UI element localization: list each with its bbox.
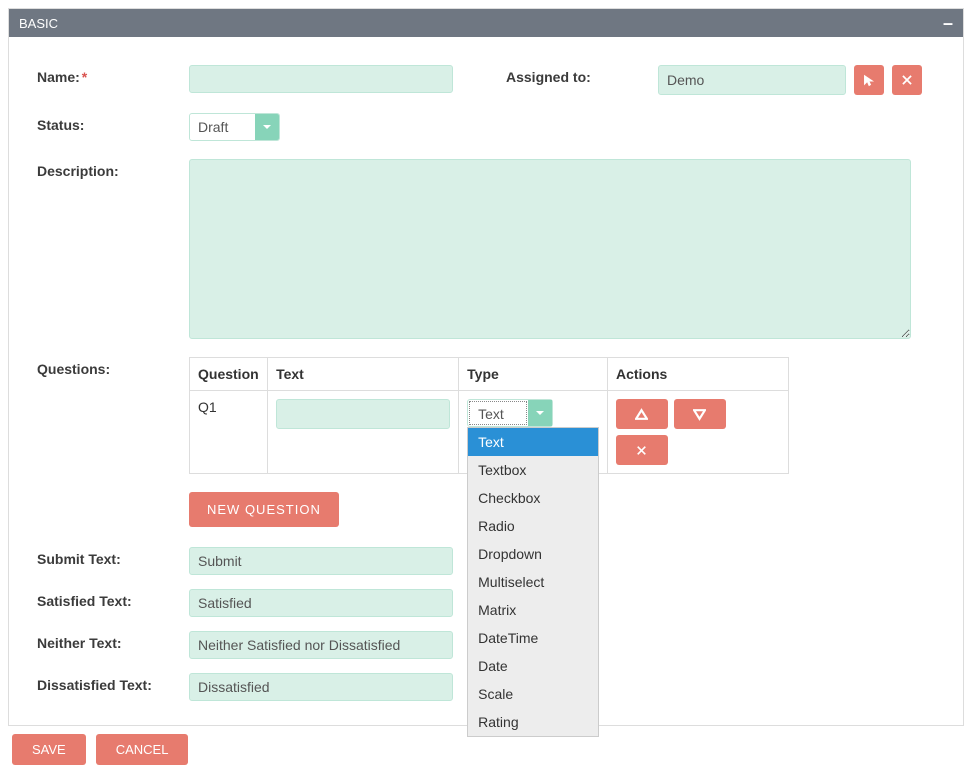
type-option-dropdown[interactable]: Dropdown [468,540,598,568]
panel-header: BASIC – [9,9,963,37]
description-label: Description: [37,159,189,179]
satisfied-text-label: Satisfied Text: [37,589,189,609]
cancel-button[interactable]: CANCEL [96,734,189,765]
type-option-radio[interactable]: Radio [468,512,598,540]
basic-panel: BASIC – Name:* Assigned to: Demo [8,8,964,726]
panel-title: BASIC [19,16,58,31]
triangle-down-icon [693,408,706,421]
assigned-to-label: Assigned to: [506,65,658,85]
new-question-button[interactable]: NEW QUESTION [189,492,339,527]
name-label-text: Name: [37,69,80,85]
question-type-value: Text [469,401,527,425]
type-option-rating[interactable]: Rating [468,708,598,736]
move-up-button[interactable] [616,399,668,429]
neither-text-input[interactable] [189,631,453,659]
type-option-multiselect[interactable]: Multiselect [468,568,598,596]
question-id-cell: Q1 [190,391,268,474]
footer-buttons: SAVE CANCEL [8,734,972,765]
col-header-type: Type [459,358,608,391]
delete-question-button[interactable] [616,435,668,465]
status-label: Status: [37,113,189,133]
questions-table: Question Text Type Actions Q1 [189,357,789,474]
table-row: Q1 Text [190,391,789,474]
chevron-down-icon [528,400,552,426]
question-text-input[interactable] [276,399,450,429]
assign-clear-button[interactable] [892,65,922,95]
col-header-text: Text [268,358,459,391]
questions-label: Questions: [37,357,189,377]
name-input[interactable] [189,65,453,93]
required-asterisk: * [82,69,87,85]
name-label: Name:* [37,65,189,85]
question-type-select[interactable]: Text [467,399,553,427]
cursor-icon [862,73,876,87]
spacer [37,492,189,496]
collapse-icon[interactable]: – [943,14,953,32]
question-actions-cell [607,391,788,474]
satisfied-text-input[interactable] [189,589,453,617]
type-option-textbox[interactable]: Textbox [468,456,598,484]
close-icon [635,444,648,457]
type-option-checkbox[interactable]: Checkbox [468,484,598,512]
chevron-down-icon [255,114,279,140]
dissatisfied-text-input[interactable] [189,673,453,701]
assigned-to-value[interactable]: Demo [658,65,846,95]
submit-text-label: Submit Text: [37,547,189,567]
close-icon [900,73,914,87]
question-text-cell [268,391,459,474]
move-down-button[interactable] [674,399,726,429]
assign-pick-button[interactable] [854,65,884,95]
panel-body: Name:* Assigned to: Demo [9,37,963,725]
col-header-question: Question [190,358,268,391]
type-option-matrix[interactable]: Matrix [468,596,598,624]
table-header-row: Question Text Type Actions [190,358,789,391]
type-option-scale[interactable]: Scale [468,680,598,708]
type-option-date[interactable]: Date [468,652,598,680]
description-textarea[interactable] [189,159,911,339]
dissatisfied-text-label: Dissatisfied Text: [37,673,189,693]
type-dropdown-menu: Text Textbox Checkbox Radio Dropdown Mul… [467,427,599,737]
status-select[interactable]: Draft [189,113,280,141]
question-type-cell: Text Text Textbox Checkbox [459,391,608,474]
save-button[interactable]: SAVE [12,734,86,765]
status-select-value: Draft [190,115,255,139]
type-option-text[interactable]: Text [468,428,598,456]
neither-text-label: Neither Text: [37,631,189,651]
type-option-datetime[interactable]: DateTime [468,624,598,652]
submit-text-input[interactable] [189,547,453,575]
triangle-up-icon [635,408,648,421]
col-header-actions: Actions [607,358,788,391]
